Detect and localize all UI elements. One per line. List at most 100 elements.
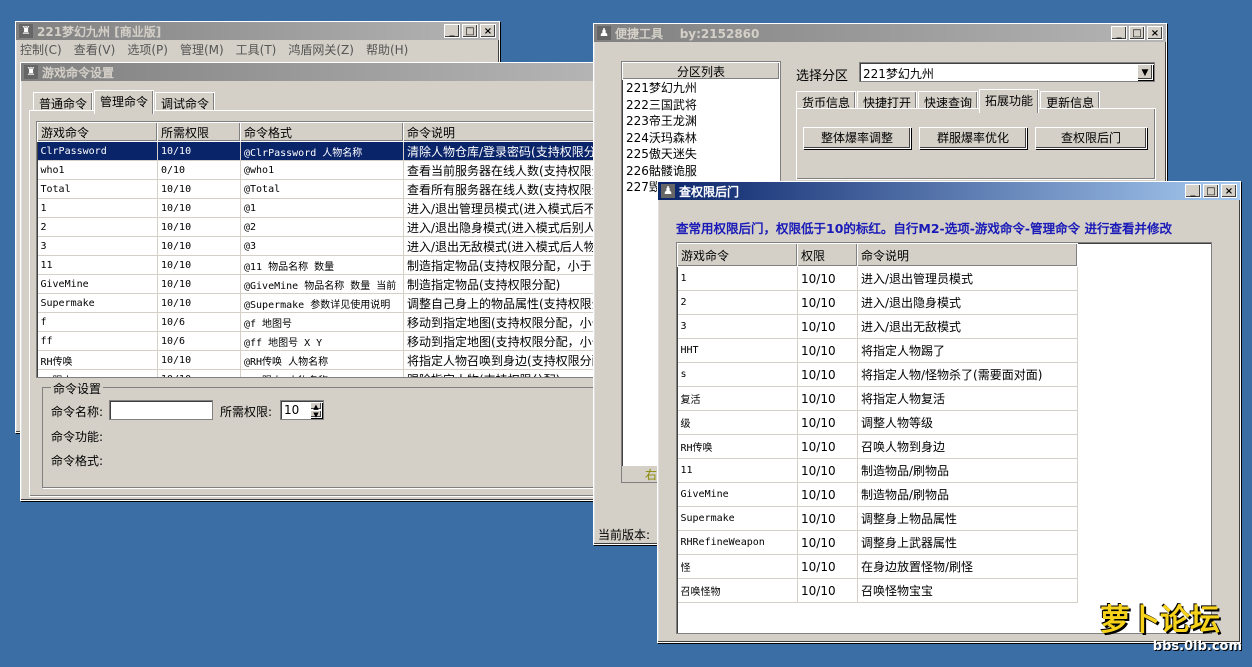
command-row[interactable]: f 10/6 @f 地图号 移动到指定地图(支持权限分配，小于 xyxy=(37,312,601,332)
col-required-permission[interactable]: 所需权限 xyxy=(157,122,241,142)
zone-select[interactable]: 221梦幻九州 ▼ xyxy=(859,62,1155,82)
command-row[interactable]: 2 10/10 @2 进入/退出隐身模式(进入模式后别人 xyxy=(37,217,601,237)
cell-description: 进入/退出无敌模式(进入模式后人物 xyxy=(403,236,601,256)
col-permission[interactable]: 权限 xyxy=(797,243,858,267)
menu-help[interactable]: 帮助(H) xyxy=(366,41,408,58)
cell-permission: 0/10 xyxy=(157,160,241,180)
cell-description: 进入/退出管理员模式 xyxy=(857,266,1078,291)
command-row[interactable]: who1 0/10 @who1 查看当前服务器在线人数(支持权限分 xyxy=(37,160,601,180)
command-row[interactable]: 3 10/10 @3 进入/退出无敌模式(进入模式后人物 xyxy=(37,236,601,256)
command-row[interactable]: RH传唤 10/10 @RH传唤 人物名称 将指定人物召唤到身边(支持权限分配 xyxy=(37,350,601,370)
tab-admin-commands[interactable]: 管理命令 xyxy=(94,90,155,114)
zone-list-item[interactable]: 223帝王龙渊 xyxy=(626,113,780,130)
cell-description: 调整身上武器属性 xyxy=(857,530,1078,555)
close-button[interactable]: × xyxy=(1147,26,1163,40)
permission-row[interactable]: 怪 10/10 在身边放置怪物/刷怪 xyxy=(677,554,1078,579)
cell-permission: 10/10 xyxy=(157,350,241,370)
spin-down-icon[interactable]: ▼ xyxy=(310,410,322,419)
col-command-description[interactable]: 命令说明 xyxy=(403,122,601,142)
perm-value: 10 xyxy=(284,403,300,417)
perm-spinbox[interactable]: 10 ▲ ▼ xyxy=(280,400,324,420)
permission-row[interactable]: s 10/10 将指定人物/怪物杀了(需要面对面) xyxy=(677,362,1078,387)
permission-row[interactable]: 级 10/10 调整人物等级 xyxy=(677,410,1078,435)
permission-row[interactable]: RHRefineWeapon 10/10 调整身上武器属性 xyxy=(677,530,1078,555)
cell-command: 1 xyxy=(37,198,158,218)
maximize-button[interactable]: □ xyxy=(462,24,478,38)
cell-description: 将指定人物复活 xyxy=(857,386,1078,411)
cell-description: 调整身上物品属性 xyxy=(857,506,1078,531)
command-row[interactable]: GiveMine 10/10 @GiveMine 物品名称 数量 当前 制造指定物品(… xyxy=(37,274,601,294)
zone-list-items: 221梦幻九州 222三国武将 223帝王龙渊 224沃玛森林 225傲天迷失 226骷髅… xyxy=(622,80,780,196)
permission-row[interactable]: 2 10/10 进入/退出隐身模式 xyxy=(677,290,1078,315)
permission-row[interactable]: GiveMine 10/10 制造物品/刷物品 xyxy=(677,482,1078,507)
command-row[interactable]: ClrPassword 10/10 @ClrPassword 人物名称 清除人物仓库/… xyxy=(37,141,601,161)
cell-description: 进入/退出隐身模式 xyxy=(857,290,1078,315)
col-description[interactable]: 命令说明 xyxy=(857,243,1078,267)
command-row[interactable]: 1 10/10 @1 进入/退出管理员模式(进入模式后不 xyxy=(37,198,601,218)
minimize-button[interactable]: _ xyxy=(444,24,460,38)
command-settings-titlebar[interactable]: ♜ 游戏命令设置 xyxy=(21,63,601,81)
cell-permission: 10/10 xyxy=(157,255,241,275)
permission-row[interactable]: HHT 10/10 将指定人物踢了 xyxy=(677,338,1078,363)
cell-command: s xyxy=(677,362,798,387)
zone-select-label: 选择分区 xyxy=(796,69,849,84)
col-game-command[interactable]: 游戏命令 xyxy=(37,122,158,142)
cell-format: @Total xyxy=(240,179,404,199)
cell-command: GiveMine xyxy=(37,274,158,294)
menu-tools[interactable]: 工具(T) xyxy=(236,41,277,58)
cell-permission: 10/10 xyxy=(797,410,858,435)
cell-command: 级 xyxy=(677,410,798,435)
tab-extensions[interactable]: 拓展功能 xyxy=(979,89,1040,113)
command-settings-dialog: ♜ 游戏命令设置 普通命令 管理命令 调试命令 游戏命令 所需权限 命令格式 命… xyxy=(20,62,602,501)
zone-select-value: 221梦幻九州 xyxy=(863,67,934,81)
cell-description: 将指定人物/怪物杀了(需要面对面) xyxy=(857,362,1078,387)
check-backdoor-button[interactable]: 查权限后门 xyxy=(1035,127,1147,149)
permission-row[interactable]: RH传唤 10/10 召唤人物到身边 xyxy=(677,434,1078,459)
permission-row[interactable]: 召唤怪物 10/10 召唤怪物宝宝 xyxy=(677,578,1078,603)
command-row[interactable]: 11 10/10 @11 物品名称 数量 制造指定物品(支持权限分配，小于1 xyxy=(37,255,601,275)
cell-permission: 10/10 xyxy=(157,236,241,256)
permission-row[interactable]: 3 10/10 进入/退出无敌模式 xyxy=(677,314,1078,339)
menu-manage[interactable]: 管理(M) xyxy=(180,41,224,58)
permission-row[interactable]: Supermake 10/10 调整身上物品属性 xyxy=(677,506,1078,531)
minimize-button[interactable]: _ xyxy=(1185,184,1201,198)
maximize-button[interactable]: □ xyxy=(1129,26,1145,40)
cmd-name-input[interactable] xyxy=(109,400,213,420)
main-window-titlebar[interactable]: ♜ 221梦幻九州 [商业版] _ □ × xyxy=(16,22,499,40)
close-button[interactable]: × xyxy=(1221,184,1237,198)
zone-list-item[interactable]: 224沃玛森林 xyxy=(626,130,780,147)
zone-list-item[interactable]: 221梦幻九州 xyxy=(626,80,780,97)
menu-options[interactable]: 选项(P) xyxy=(127,41,168,58)
permission-row[interactable]: 复活 10/10 将指定人物复活 xyxy=(677,386,1078,411)
menu-view[interactable]: 查看(V) xyxy=(74,41,116,58)
zone-list-item[interactable]: 226骷髅诡服 xyxy=(626,163,780,180)
overall-drop-rate-button[interactable]: 整体爆率调整 xyxy=(803,127,911,149)
chevron-down-icon[interactable]: ▼ xyxy=(1137,64,1153,80)
cell-format: @GiveMine 物品名称 数量 当前 xyxy=(240,274,404,294)
menu-control[interactable]: 控制(C) xyxy=(20,41,62,58)
quick-tool-titlebar[interactable]: ♟ 便捷工具 by:2152860 _ □ × xyxy=(594,24,1166,42)
col-command-format[interactable]: 命令格式 xyxy=(240,122,404,142)
spin-up-icon[interactable]: ▲ xyxy=(310,402,322,411)
col-game-command[interactable]: 游戏命令 xyxy=(677,243,798,267)
minimize-button[interactable]: _ xyxy=(1111,26,1127,40)
maximize-button[interactable]: □ xyxy=(1203,184,1219,198)
permission-row[interactable]: 1 10/10 进入/退出管理员模式 xyxy=(677,266,1078,291)
command-row[interactable]: ff 10/6 @ff 地图号 X Y 移动到指定地图(支持权限分配，小于 xyxy=(37,331,601,351)
cell-format: @RH传唤 人物名称 xyxy=(240,350,404,370)
permission-check-titlebar[interactable]: ♟ 查权限后门 _ □ × xyxy=(658,182,1240,200)
group-drop-rate-button[interactable]: 群服爆率优化 xyxy=(919,127,1027,149)
cell-command: Supermake xyxy=(677,506,798,531)
command-settings-group: 命令设置 命令名称: 所需权限: 10 ▲ ▼ 命令功能: 命令格式: xyxy=(42,380,594,488)
menu-gateway[interactable]: 鸿盾网关(Z) xyxy=(288,41,354,58)
cell-permission: 10/10 xyxy=(797,386,858,411)
command-row[interactable]: RH踢人10/10@RH踢人 人物名称踢除指定人物(支持权限分配) xyxy=(37,369,601,377)
command-row[interactable]: Supermake 10/10 @Supermake 参数详见使用说明 调整自己身上的… xyxy=(37,293,601,313)
close-button[interactable]: × xyxy=(480,24,496,38)
zone-list-item[interactable]: 225傲天迷失 xyxy=(626,146,780,163)
cell-format: @1 xyxy=(240,198,404,218)
cell-permission: 10/10 xyxy=(157,179,241,199)
command-row[interactable]: Total 10/10 @Total 查看所有服务器在线人数(支持权限分 xyxy=(37,179,601,199)
zone-list-item[interactable]: 222三国武将 xyxy=(626,97,780,114)
permission-row[interactable]: 11 10/10 制造物品/刷物品 xyxy=(677,458,1078,483)
